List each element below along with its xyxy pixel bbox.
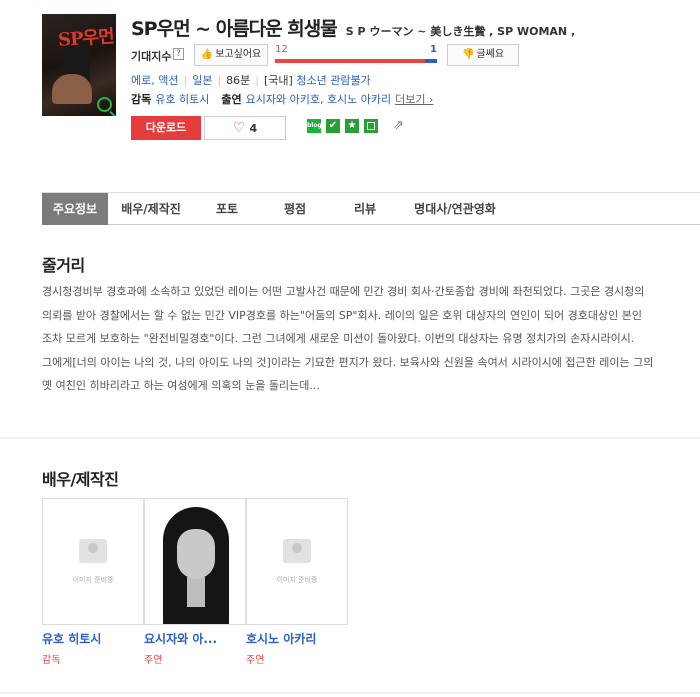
- cast-crew-heading: 배우/제작진: [42, 470, 119, 489]
- person-name[interactable]: 요시자와 아...: [144, 630, 246, 647]
- thumbs-down-icon: 👎: [461, 49, 475, 60]
- credit-row: 감독 유호 히토시 출연 요시자와 아키호, 호시노 아카리 더보기 ›: [131, 91, 433, 107]
- placeholder-text: 이미지 준비중: [276, 576, 318, 584]
- like-count: 4: [249, 122, 258, 135]
- person-card[interactable]: 이미지 준비중 호시노 아카리 주연: [246, 498, 348, 666]
- synopsis-text: 경시청경비부 경호과에 소속하고 있었던 레이는 어떤 고발사건 때문에 민간 …: [42, 285, 654, 393]
- star-icon[interactable]: ★: [345, 119, 359, 133]
- section-divider: [0, 437, 700, 439]
- tab-main-info[interactable]: 주요정보: [42, 193, 108, 225]
- cast-crew-list: 이미지 준비중 유호 히토시 감독 요시자와 아... 주연 이미지 준비중 호…: [42, 498, 348, 668]
- square-icon[interactable]: [364, 119, 378, 133]
- original-title: S P ウーマン ~ 美しき生贄 , SP WOMAN ,: [345, 25, 576, 38]
- gauge-fill: [275, 59, 425, 63]
- help-icon[interactable]: ?: [173, 48, 184, 60]
- person-role: 감독: [42, 655, 61, 666]
- person-photo-placeholder[interactable]: 이미지 준비중: [42, 498, 144, 625]
- tab-bar: 주요정보 배우/제작진 포토 평점 리뷰 명대사/연관영화: [42, 192, 700, 225]
- want-to-see-label: 보고싶어요: [215, 49, 262, 60]
- expectation-gauge: 12 1: [275, 44, 437, 66]
- person-card[interactable]: 이미지 준비중 유호 히토시 감독: [42, 498, 144, 666]
- person-role: 주연: [246, 655, 265, 666]
- more-link[interactable]: 더보기 ›: [395, 93, 433, 106]
- not-sure-label: 글쎄요: [476, 49, 505, 60]
- country-link[interactable]: 일본: [192, 74, 212, 87]
- movie-poster[interactable]: SP우먼: [42, 14, 116, 116]
- heart-icon: ♡: [232, 120, 246, 136]
- expectation-row: 기대지수 ? 👍 보고싶어요 12 1 👎 글쎄요: [131, 44, 531, 66]
- poster-title: SP우먼: [57, 26, 115, 51]
- synopsis-heading: 줄거리: [42, 256, 85, 275]
- person-card[interactable]: 요시자와 아... 주연: [144, 498, 246, 666]
- movie-header: SP우먼 SP우먼 ~ 아름다운 희생물 S P ウーマン ~ 美しき生贄 , …: [0, 0, 700, 185]
- title-row: SP우먼 ~ 아름다운 희생물 S P ウーマン ~ 美しき生贄 , SP WO…: [131, 14, 575, 41]
- tab-quotes-related[interactable]: 명대사/연관영화: [400, 193, 510, 225]
- blog-share-icon[interactable]: blog: [307, 119, 322, 133]
- want-count: 12: [275, 44, 288, 55]
- expectation-label: 기대지수: [131, 50, 172, 63]
- image-placeholder-icon: [79, 539, 107, 563]
- rating-link[interactable]: 청소년 관람불가: [296, 74, 370, 87]
- image-placeholder-icon: [283, 539, 311, 563]
- download-button[interactable]: 다운로드: [131, 116, 201, 140]
- thumbs-up-icon: 👍: [200, 49, 214, 60]
- person-name[interactable]: 호시노 아카리: [246, 630, 348, 647]
- director-label: 감독: [131, 93, 152, 106]
- placeholder-text: 이미지 준비중: [72, 576, 114, 584]
- tab-review[interactable]: 리뷰: [330, 193, 400, 225]
- cast-link[interactable]: 요시자와 아키호, 호시노 아카리: [246, 93, 392, 106]
- cast-label: 출연: [221, 93, 242, 106]
- rating-region: [국내]: [264, 74, 293, 87]
- genre-link[interactable]: 에로, 액션: [131, 74, 178, 87]
- check-icon[interactable]: ✔: [326, 119, 340, 133]
- action-row: 다운로드 ♡ 4 blog ✔ ★ ⇗: [131, 116, 531, 140]
- like-button[interactable]: ♡ 4: [204, 116, 286, 140]
- person-photo[interactable]: [144, 498, 246, 625]
- want-to-see-button[interactable]: 👍 보고싶어요: [194, 44, 268, 66]
- tab-cast-crew[interactable]: 배우/제작진: [108, 193, 194, 225]
- poster-figure: [52, 74, 92, 104]
- zoom-icon[interactable]: [97, 97, 112, 112]
- gauge-bar: [275, 59, 437, 63]
- tab-rating[interactable]: 평점: [260, 193, 330, 225]
- page-title: SP우먼 ~ 아름다운 희생물: [131, 18, 338, 40]
- not-sure-button[interactable]: 👎 글쎄요: [447, 44, 519, 66]
- share-icon[interactable]: ⇗: [393, 119, 409, 133]
- director-link[interactable]: 유호 히토시: [155, 93, 209, 106]
- person-photo-placeholder[interactable]: 이미지 준비중: [246, 498, 348, 625]
- person-role: 주연: [144, 655, 163, 666]
- not-sure-count: 1: [430, 44, 437, 55]
- tab-photo[interactable]: 포토: [194, 193, 260, 225]
- person-name[interactable]: 유호 히토시: [42, 630, 144, 647]
- runtime: 86분: [226, 74, 251, 87]
- section-divider: [0, 692, 700, 694]
- meta-row: 에로, 액션 | 일본 | 86분 | [국내] 청소년 관람불가: [131, 74, 371, 87]
